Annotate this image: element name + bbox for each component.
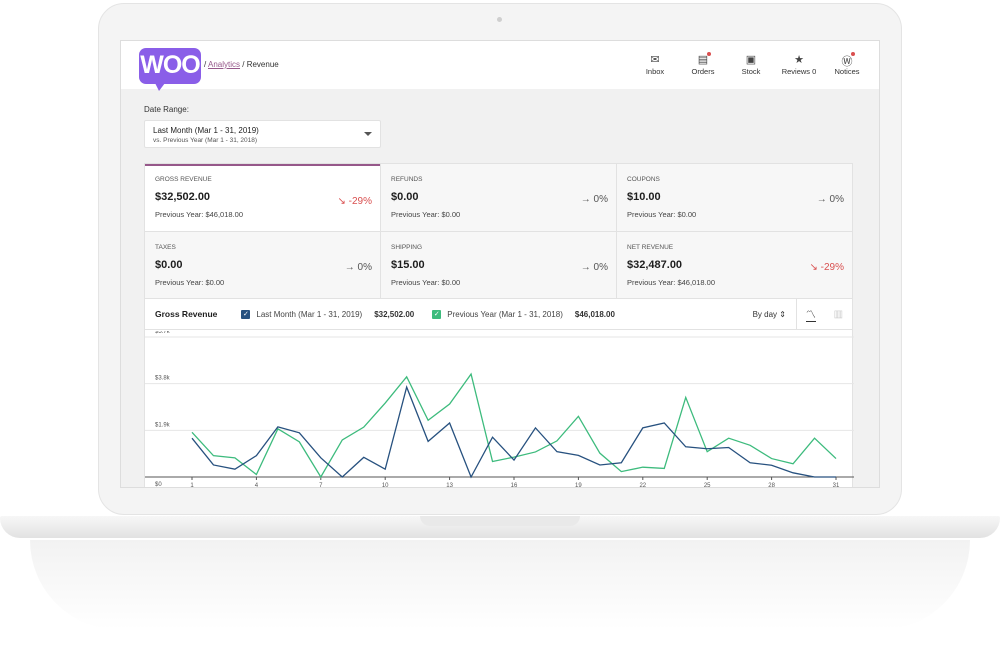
interval-select[interactable]: By day ⇕ (753, 310, 786, 319)
x-tick-label: 13 (446, 483, 453, 488)
card-title: Gross Revenue (155, 176, 212, 183)
legend-last-month[interactable]: ✓ Last Month (Mar 1 - 31, 2019) $32,502.00 (241, 309, 415, 319)
header: WOO / Analytics / Revenue ✉ Inbox ▤ Orders ▣… (121, 41, 879, 91)
card-previous: Previous Year: $0.00 (627, 210, 697, 219)
nav-reviews[interactable]: ★ Reviews 0 (775, 53, 823, 76)
notification-dot (707, 52, 711, 56)
card-title: Coupons (627, 176, 660, 183)
laptop-camera (497, 17, 502, 22)
card-gross-revenue[interactable]: Gross Revenue $32,502.00 ↘ -29% Previous Ye… (145, 164, 380, 231)
checkbox-checked-icon[interactable]: ✓ (241, 309, 251, 319)
card-title: Refunds (391, 176, 423, 183)
y-tick-label: $1.9k (155, 422, 171, 428)
star-icon: ★ (794, 54, 804, 66)
x-tick-label: 31 (833, 483, 840, 488)
summary-cards: Gross Revenue $32,502.00 ↘ -29% Previous Ye… (144, 163, 853, 300)
laptop-shadow (30, 540, 970, 630)
x-tick-label: 19 (575, 483, 582, 488)
caret-down-icon (364, 132, 372, 136)
card-delta: → 0% (580, 262, 608, 273)
x-tick-label: 22 (639, 483, 646, 488)
chart-panel: Gross Revenue ✓ Last Month (Mar 1 - 31, 2… (144, 298, 854, 488)
series-last-month-line (191, 385, 836, 479)
card-value: $15.00 (391, 259, 425, 271)
interval-label: By day (752, 310, 778, 319)
select-caret-icon: ⇕ (779, 310, 786, 319)
x-tick-label: 16 (511, 483, 518, 488)
nav-label: Reviews 0 (781, 67, 817, 76)
bar-chart-icon[interactable]: ▥ (834, 309, 843, 320)
nav-stock[interactable]: ▣ Stock (727, 53, 775, 76)
nav-orders[interactable]: ▤ Orders (679, 52, 727, 76)
x-tick-label: 1 (190, 483, 194, 488)
checkbox-checked-icon[interactable]: ✓ (432, 309, 442, 319)
legend-label: Previous Year (Mar 1 - 31, 2018) (447, 309, 563, 319)
wordpress-icon: Ⓦ (841, 56, 853, 68)
breadcrumb-analytics-link[interactable]: Analytics (208, 60, 240, 69)
legend-previous-year[interactable]: ✓ Previous Year (Mar 1 - 31, 2018) $46,018… (432, 309, 615, 319)
chart-header: Gross Revenue ✓ Last Month (Mar 1 - 31, 2… (145, 299, 852, 330)
card-net-revenue[interactable]: Net Revenue $32,487.00 ↘ -29% Previous Year… (617, 232, 852, 299)
card-value: $0.00 (391, 191, 419, 203)
laptop-notch (420, 516, 580, 526)
x-tick-label: 7 (319, 483, 323, 488)
chart-type-toggle: 〽 ▥ (796, 299, 852, 329)
card-value: $10.00 (627, 191, 661, 203)
y-tick-label: $3.8k (155, 376, 171, 382)
legend-total: $32,502.00 (374, 309, 415, 319)
date-range-dropdown[interactable]: Last Month (Mar 1 - 31, 2019) vs. Previo… (144, 120, 381, 148)
nav-label: Stock (741, 67, 761, 76)
x-tick-label: 25 (704, 483, 711, 488)
series-previous-year-line (191, 372, 837, 479)
legend-total: $46,018.00 (574, 309, 615, 319)
card-title: Net Revenue (627, 244, 674, 251)
line-chart: $0 $1.9k $3.8k $5.7k 1 4 7 10 13 16 19 22 25 28 31 (145, 331, 854, 488)
card-taxes[interactable]: Taxes $0.00 → 0% Previous Year: $0.00 (145, 232, 380, 299)
card-previous: Previous Year: $0.00 (391, 278, 461, 287)
card-refunds[interactable]: Refunds $0.00 → 0% Previous Year: $0.00 (381, 164, 616, 231)
card-previous: Previous Year: $46,018.00 (155, 210, 243, 219)
chart-title: Gross Revenue (155, 309, 218, 319)
card-previous: Previous Year: $0.00 (155, 278, 225, 287)
breadcrumb: / Analytics / Revenue (204, 60, 279, 69)
date-range-primary: Last Month (Mar 1 - 31, 2019) (153, 126, 259, 135)
nav-label: Inbox (645, 67, 665, 76)
nav-label: Notices (834, 67, 860, 76)
card-delta: ↘ -29% (809, 262, 844, 273)
stock-icon: ▣ (745, 54, 757, 66)
date-range-label: Date Range: (144, 105, 189, 114)
screen: WOO / Analytics / Revenue ✉ Inbox ▤ Orders ▣… (120, 40, 880, 488)
y-tick-label: $0 (155, 482, 162, 488)
card-shipping[interactable]: Shipping $15.00 → 0% Previous Year: $0.00 (381, 232, 616, 299)
breadcrumb-current: Revenue (246, 60, 279, 69)
card-title: Shipping (391, 244, 423, 251)
card-previous: Previous Year: $0.00 (391, 210, 461, 219)
y-tick-label: $5.7k (155, 331, 171, 335)
notification-dot (851, 52, 855, 56)
card-previous: Previous Year: $46,018.00 (627, 278, 715, 287)
inbox-icon: ✉ (650, 54, 660, 66)
card-value: $0.00 (155, 259, 183, 271)
card-delta: → 0% (344, 262, 372, 273)
card-delta: → 0% (816, 194, 844, 205)
orders-icon: ▤ (697, 54, 709, 66)
nav-label: Orders (691, 67, 715, 76)
date-range-secondary: vs. Previous Year (Mar 1 - 31, 2018) (153, 137, 258, 144)
card-coupons[interactable]: Coupons $10.00 → 0% Previous Year: $0.00 (617, 164, 852, 231)
nav-inbox[interactable]: ✉ Inbox (631, 53, 679, 76)
card-delta: ↘ -29% (337, 196, 372, 207)
legend-label: Last Month (Mar 1 - 31, 2019) (256, 309, 363, 319)
card-title: Taxes (155, 244, 176, 251)
card-delta: → 0% (580, 194, 608, 205)
activity-nav: ✉ Inbox ▤ Orders ▣ Stock ★ Reviews 0 Ⓦ Notices (631, 52, 871, 76)
x-tick-label: 4 (255, 483, 259, 488)
line-chart-icon[interactable]: 〽 (805, 306, 816, 322)
x-tick-label: 10 (382, 483, 389, 488)
woo-logo[interactable]: WOO (139, 48, 201, 91)
nav-notices[interactable]: Ⓦ Notices (823, 52, 871, 76)
x-tick-label: 28 (768, 483, 775, 488)
